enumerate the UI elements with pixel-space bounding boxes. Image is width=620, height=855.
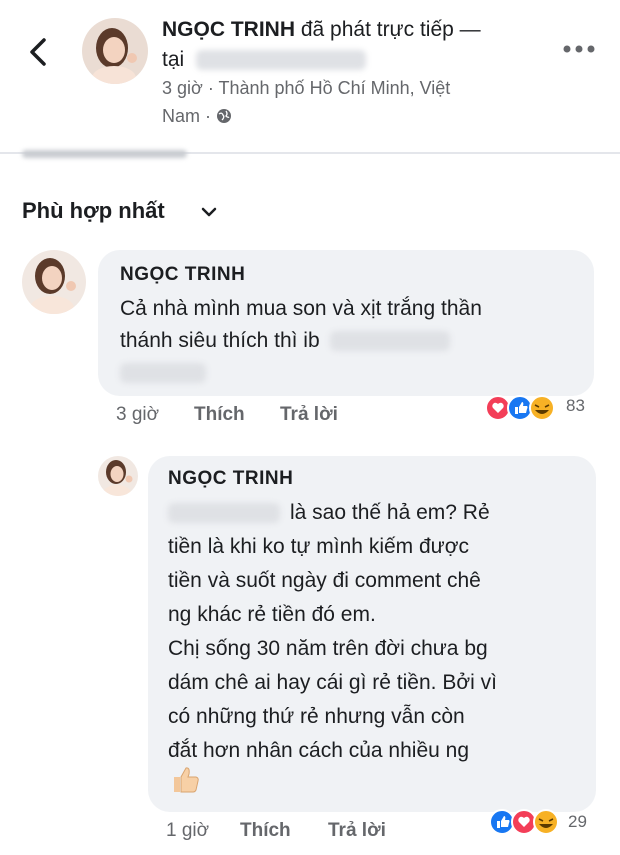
back-chevron-icon[interactable] xyxy=(24,36,52,68)
reply-line: có những thứ rẻ nhưng vẫn còn xyxy=(168,705,465,728)
meta-separator: · xyxy=(202,78,219,98)
reply-reply-button[interactable]: Trả lời xyxy=(328,820,386,842)
reply-button[interactable]: Trả lời xyxy=(280,404,338,426)
comment-author[interactable]: NGỌC TRINH xyxy=(120,264,245,286)
comment-line-text: thánh siêu thích thì ib xyxy=(120,329,320,352)
reply-like-button[interactable]: Thích xyxy=(240,820,291,842)
reply-line: tiền và suốt ngày đi comment chê xyxy=(168,569,481,592)
like-button[interactable]: Thích xyxy=(194,404,245,426)
header-title: NGỌC TRINH đã phát trực tiếp — xyxy=(162,18,481,42)
reactions-icon[interactable] xyxy=(484,394,558,422)
blurred-mention-3[interactable] xyxy=(168,503,280,524)
comment-time[interactable]: 3 giờ xyxy=(116,404,159,426)
comment-text: Cả nhà mình mua son và xịt trắng thần th… xyxy=(120,293,482,389)
header-location: Thành phố Hồ Chí Minh, Việt xyxy=(218,78,451,98)
like-reaction-icon xyxy=(489,809,515,835)
comment-avatar[interactable] xyxy=(22,250,86,314)
sort-label[interactable]: Phù hợp nhất xyxy=(22,198,165,224)
blurred-mention[interactable] xyxy=(329,331,450,352)
header-meta: 3 giờ · Thành phố Hồ Chí Minh, Việt xyxy=(162,78,450,99)
love-reaction-icon xyxy=(511,809,537,835)
globe-icon xyxy=(217,109,232,123)
header-place: tại xyxy=(162,48,367,72)
reaction-count[interactable]: 83 xyxy=(566,396,585,416)
blurred-page-name xyxy=(196,50,367,71)
chevron-down-icon[interactable] xyxy=(200,206,218,218)
reply-line: dám chê ai hay cái gì rẻ tiền. Bởi vì xyxy=(168,671,497,694)
header-meta-2: Nam · xyxy=(162,106,232,127)
reply-reactions-icon[interactable] xyxy=(488,808,562,836)
reply-line: là sao thế hả em? Rẻ xyxy=(168,496,497,530)
header-location-2: Nam xyxy=(162,106,201,126)
reply-line: ng khác rẻ tiền đó em. xyxy=(168,603,376,626)
like-reaction-icon xyxy=(507,395,533,421)
reply-time[interactable]: 1 giờ xyxy=(166,820,209,842)
reply-line-text: là sao thế hả em? Rẻ xyxy=(290,501,490,524)
reply-line: tiền là khi ko tự mình kiếm được xyxy=(168,535,469,558)
blurred-mention-2[interactable] xyxy=(120,363,206,384)
haha-reaction-icon xyxy=(529,395,555,421)
reply-line: đắt hơn nhân cách của nhiều ng xyxy=(168,739,470,762)
header-time[interactable]: 3 giờ xyxy=(162,78,203,98)
header-author[interactable]: NGỌC TRINH xyxy=(162,18,295,41)
more-options-icon[interactable] xyxy=(562,44,596,54)
thumbs-up-emoji-icon xyxy=(174,767,199,793)
meta-separator-2: · xyxy=(200,106,217,126)
comment-line xyxy=(120,357,482,389)
reply-reaction-count[interactable]: 29 xyxy=(568,812,587,832)
reply-avatar[interactable] xyxy=(98,456,138,496)
cutoff-text xyxy=(22,150,187,158)
comment-line: Cả nhà mình mua son và xịt trắng thần xyxy=(120,297,482,320)
reply-text: là sao thế hả em? Rẻ tiền là khi ko tự m… xyxy=(168,496,497,768)
author-avatar[interactable] xyxy=(82,18,148,84)
reply-author[interactable]: NGỌC TRINH xyxy=(168,468,293,490)
haha-reaction-icon xyxy=(533,809,559,835)
header-action: đã phát trực tiếp — xyxy=(295,18,481,41)
love-reaction-icon xyxy=(485,395,511,421)
reply-line: Chị sống 30 năm trên đời chưa bg xyxy=(168,637,488,660)
header-at: tại xyxy=(162,48,185,71)
comment-line: thánh siêu thích thì ib xyxy=(120,325,482,357)
